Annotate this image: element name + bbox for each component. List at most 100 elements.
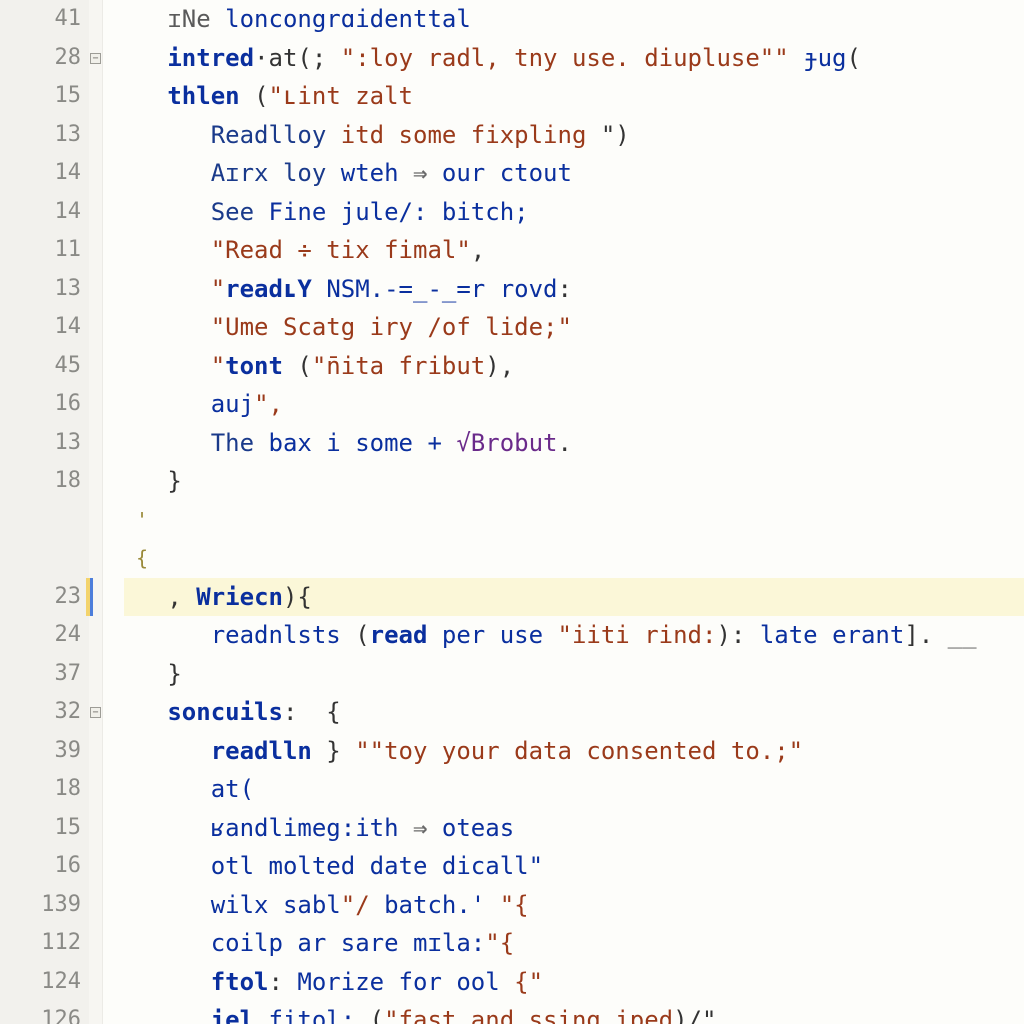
code-line[interactable]: coilp ar sare mɪla:"{ (124, 924, 1024, 963)
code-line[interactable]: See Fine jule/: bitch; (124, 193, 1024, 232)
code-token: " (774, 39, 803, 78)
code-token: coilp ar sare mɪla: (211, 924, 486, 963)
code-line[interactable]: Readlloy itd some fixpling ") (124, 116, 1024, 155)
code-token: "Ume Scatg iry /of lide;" (211, 308, 572, 347)
code-line[interactable]: ɪNe loncongrɑidenttal (124, 0, 1024, 39)
code-line[interactable]: thlen ("ʟint zalt (124, 77, 1024, 116)
code-token: Fine jule/: bitch; (269, 193, 529, 232)
code-token: , (167, 578, 196, 617)
code-token: our ctout (442, 154, 572, 193)
code-line[interactable]: } (124, 655, 1024, 694)
code-token: ":loy radl, tny use. diupluse" (341, 39, 774, 78)
code-token: "{ (485, 924, 514, 963)
code-token: loncongrɑidenttal (225, 0, 471, 39)
code-token: " (211, 347, 225, 386)
code-token: "/ (341, 886, 384, 925)
code-token: tont (225, 347, 297, 386)
code-token: "Read ÷ tix fimal" (211, 231, 471, 270)
code-area[interactable]: ɪNe loncongrɑidenttal intred·at(; ":loy … (90, 0, 1024, 1024)
code-line[interactable]: ' (124, 501, 1024, 540)
code-token: readnlsts (211, 616, 356, 655)
code-token: " (211, 270, 225, 309)
code-token: ""toy your data consented to.;" (355, 732, 803, 771)
code-token: Morize for ool (297, 963, 514, 1002)
line-number: 13 (0, 270, 89, 309)
code-token: oteas (442, 809, 514, 848)
line-number: 13 (0, 424, 89, 463)
code-token: √Brobut (456, 424, 557, 463)
code-line[interactable]: "readʟY NSM.-=_-_=r rovd: (124, 270, 1024, 309)
line-number: 23 (0, 578, 89, 617)
code-line[interactable]: { (124, 539, 1024, 578)
code-token: readʟY (225, 270, 326, 309)
code-token: ") (601, 116, 630, 155)
code-token: "n̄ita fribut (312, 347, 485, 386)
line-number (0, 501, 89, 540)
line-number: 18 (0, 462, 89, 501)
code-token: : (558, 270, 572, 309)
code-token: ( (370, 1001, 384, 1024)
code-line[interactable]: soncuils: { (124, 693, 1024, 732)
code-token: { (124, 539, 148, 578)
code-token: wteh (341, 154, 413, 193)
line-number: 15 (0, 77, 89, 116)
code-token: } (167, 655, 181, 694)
code-token: The (211, 424, 269, 463)
code-line[interactable]: "Ume Scatg iry /of lide;" (124, 308, 1024, 347)
code-token: NSM.-=_-_=r rovd (326, 270, 557, 309)
code-token: {" (514, 963, 543, 1002)
code-token: readlln (211, 732, 327, 771)
line-number: 14 (0, 154, 89, 193)
line-number: 37 (0, 655, 89, 694)
code-line[interactable]: } (124, 462, 1024, 501)
code-token: See (211, 193, 269, 232)
line-number: 124 (0, 963, 89, 1002)
code-line[interactable]: ftol: Morize for ool {" (124, 963, 1024, 1002)
code-token: erant (832, 616, 904, 655)
code-token: ɪNe (167, 0, 225, 39)
code-line[interactable]: "tont ("n̄ita fribut), (124, 347, 1024, 386)
code-token: ⇒ (413, 154, 442, 193)
code-token: : (269, 963, 298, 1002)
code-token: soncuils (167, 693, 283, 732)
code-token: per use (442, 616, 558, 655)
code-token: ( (847, 39, 861, 78)
code-line[interactable]: Aɪrx loy wteh ⇒ our ctout (124, 154, 1024, 193)
code-token: ⇒ (413, 809, 442, 848)
code-token: otl molted date dicall" (211, 847, 543, 886)
line-number: 16 (0, 385, 89, 424)
code-line[interactable]: readlln } ""toy your data consented to.;… (124, 732, 1024, 771)
code-token: . (558, 424, 572, 463)
code-editor[interactable]: 41−281513141411131445161318232437−323918… (0, 0, 1024, 1024)
line-number: 13 (0, 116, 89, 155)
code-token: __ (948, 616, 977, 655)
line-number: 32 (0, 693, 89, 732)
code-token: ·at(; (254, 39, 341, 78)
code-line[interactable]: "Read ÷ tix fimal", (124, 231, 1024, 270)
code-token: } (167, 462, 181, 501)
code-token: )/" (673, 1001, 716, 1024)
code-token: wilx sabl (211, 886, 341, 925)
code-line[interactable]: The bax i some + √Brobut. (124, 424, 1024, 463)
code-line[interactable]: wilx sabl"/ batch.' "{ (124, 886, 1024, 925)
line-number-gutter: 41−281513141411131445161318232437−323918… (0, 0, 90, 1024)
code-line[interactable]: otl molted date dicall" (124, 847, 1024, 886)
code-token: at( (211, 770, 254, 809)
code-token: read (370, 616, 442, 655)
cursor-line-marker (90, 578, 93, 617)
code-line[interactable]: iel fitol: ("fast and ssing iped)/" (124, 1001, 1024, 1024)
line-number: 126 (0, 1001, 89, 1024)
code-line[interactable]: , Wriecn){ (124, 578, 1024, 617)
code-line[interactable]: ʁandlimeg:ith ⇒ oteas (124, 809, 1024, 848)
code-token: Readlloy (211, 116, 341, 155)
line-number: 39 (0, 732, 89, 771)
code-line[interactable]: intred·at(; ":loy radl, tny use. diuplus… (124, 39, 1024, 78)
code-token: auj (211, 385, 254, 424)
code-token: Aɪrx loy (211, 154, 341, 193)
code-line[interactable]: auj", (124, 385, 1024, 424)
code-line[interactable]: readnlsts (read per use "iiti rind:): la… (124, 616, 1024, 655)
code-line[interactable]: at( (124, 770, 1024, 809)
code-token: ɟug (803, 39, 846, 78)
code-token: "ʟint zalt (269, 77, 414, 116)
line-number: 18 (0, 770, 89, 809)
